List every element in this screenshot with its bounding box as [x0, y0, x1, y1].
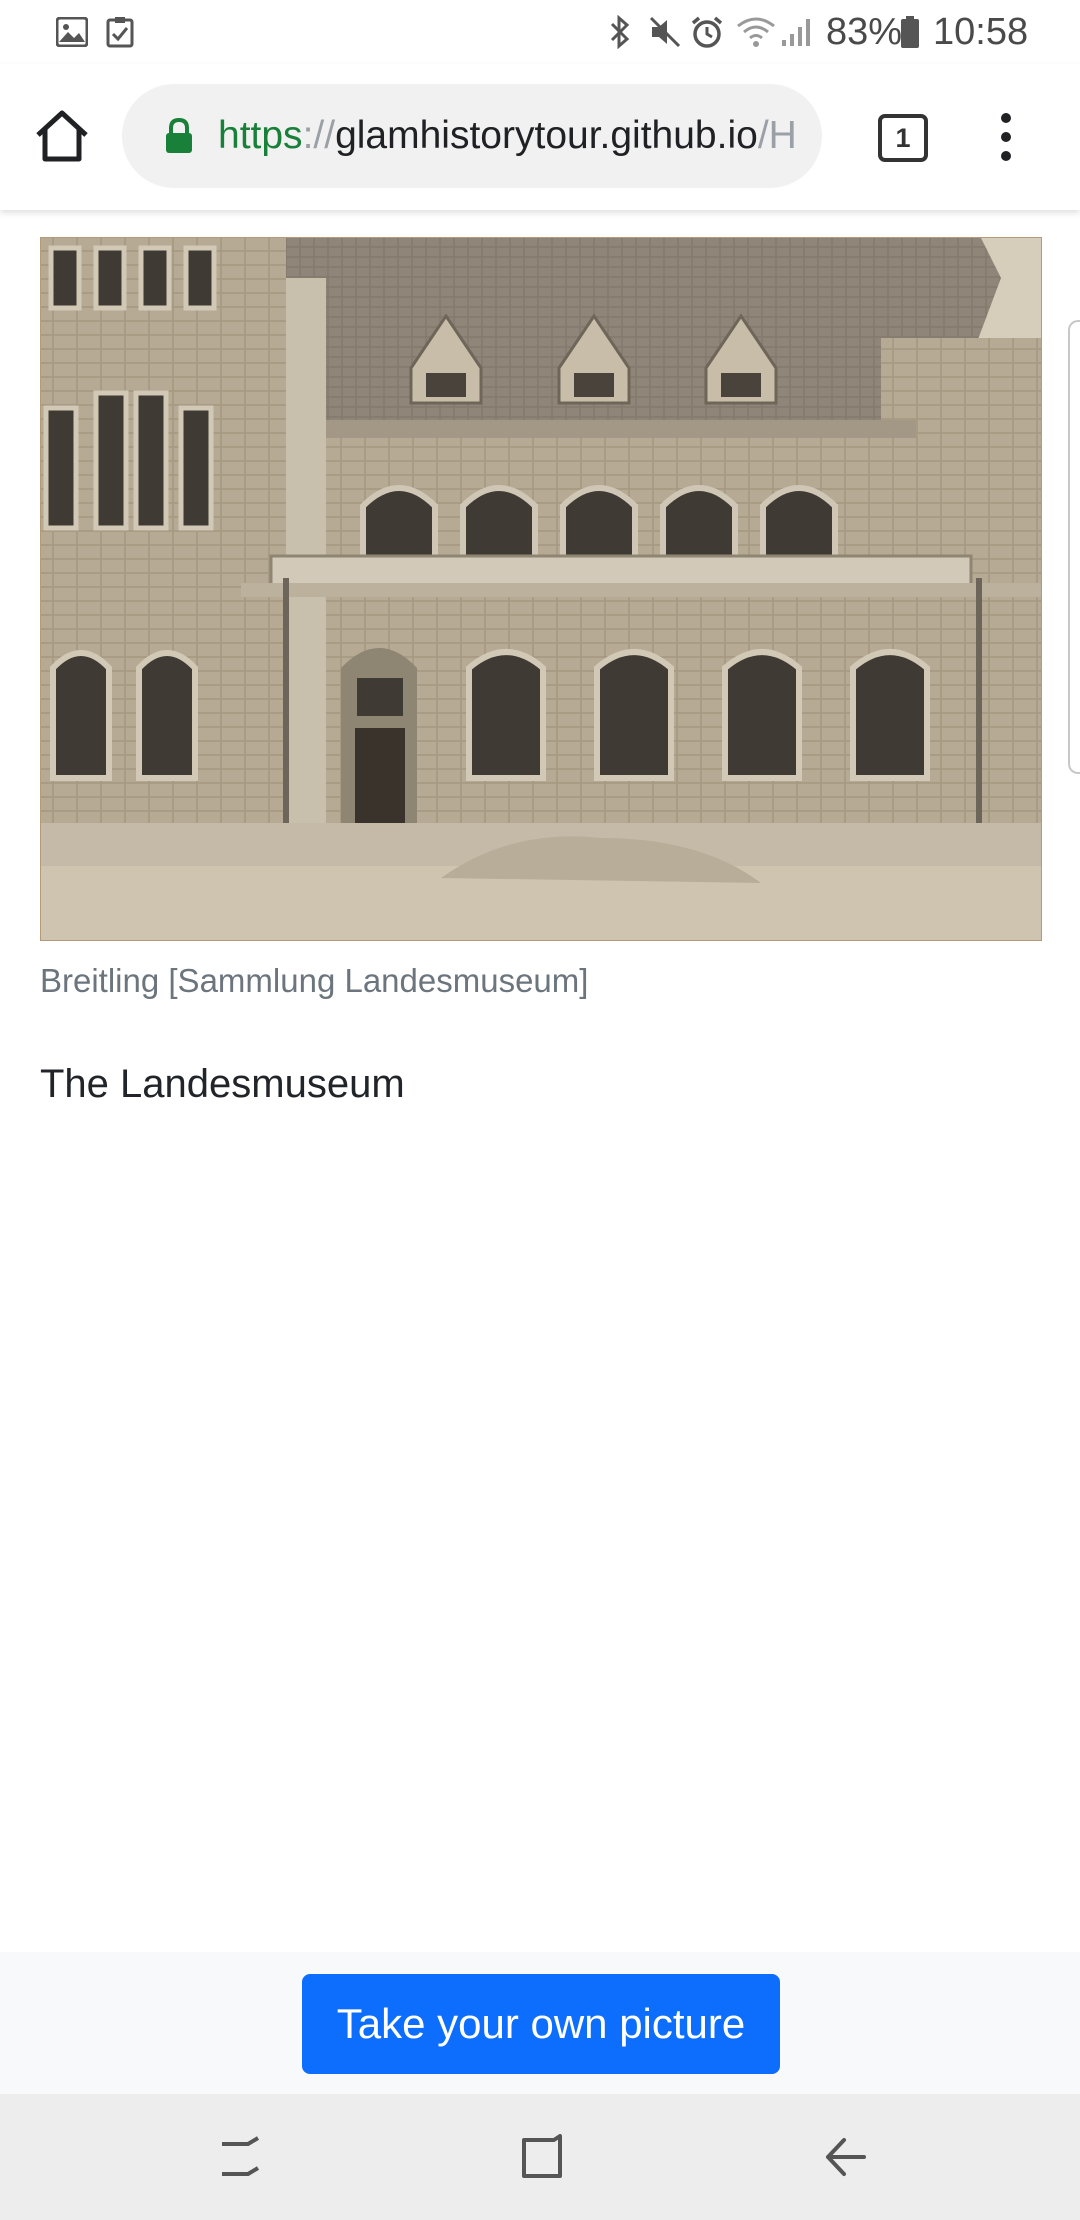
url-separator: :// [302, 114, 336, 157]
take-picture-button[interactable]: Take your own picture [302, 1974, 780, 2074]
wifi-icon [736, 0, 776, 64]
battery-icon [900, 0, 920, 64]
signal-icon [780, 0, 814, 64]
url-scheme: https [218, 114, 303, 157]
page-content: Breitling [Sammlung Landesmuseum] The La… [0, 210, 1080, 1952]
battery-percent: 83% [826, 10, 903, 53]
url-path: /H [757, 114, 797, 157]
back-icon[interactable] [822, 2134, 868, 2185]
url-text[interactable]: https://glamhistorytour.github.io/H [218, 84, 803, 188]
browser-toolbar: https://glamhistorytour.github.io/H 1 [0, 64, 1080, 210]
more-options-icon[interactable] [996, 112, 1016, 167]
lock-icon [164, 117, 194, 159]
home-icon[interactable] [33, 108, 91, 169]
tab-switcher-button[interactable]: 1 [878, 114, 928, 162]
page-heading: The Landesmuseum [40, 1062, 405, 1106]
task-icon [106, 0, 134, 64]
home-nav-icon[interactable] [520, 2134, 566, 2185]
alarm-icon [690, 0, 724, 64]
photo-caption: Breitling [Sammlung Landesmuseum] [40, 962, 589, 999]
gallery-icon [56, 0, 88, 64]
status-bar: 83% 10:58 [0, 0, 1080, 64]
mute-icon [648, 0, 682, 64]
clock: 10:58 [933, 10, 1029, 53]
bluetooth-icon [608, 0, 632, 64]
museum-photo [40, 237, 1042, 941]
action-bar: Take your own picture [0, 1952, 1080, 2094]
recent-apps-icon[interactable] [218, 2134, 264, 2185]
url-host: glamhistorytour.github.io [335, 114, 758, 157]
side-scroll-handle[interactable] [1068, 320, 1080, 774]
address-bar[interactable]: https://glamhistorytour.github.io/H [122, 84, 822, 188]
system-nav-bar [0, 2094, 1080, 2220]
